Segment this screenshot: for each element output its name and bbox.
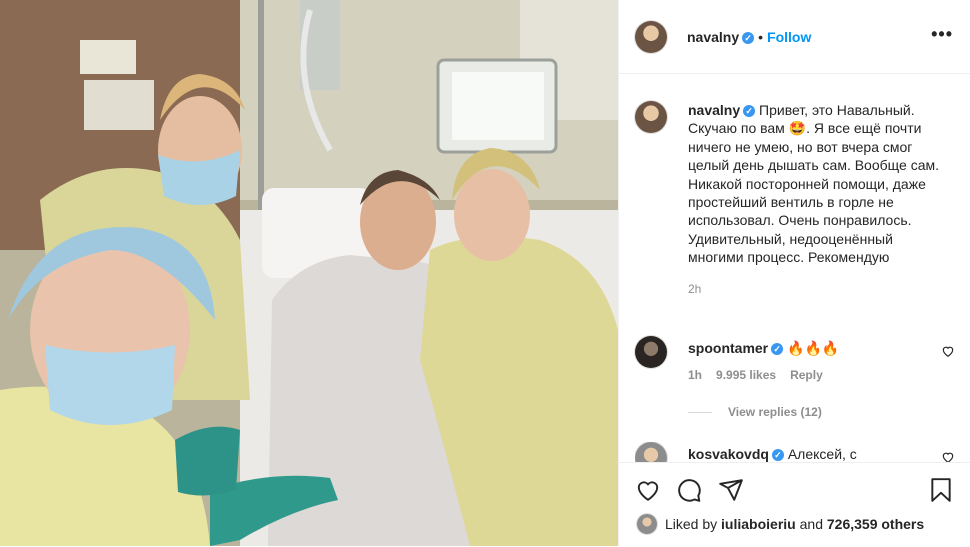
comment-username[interactable]: spoontamer — [688, 340, 768, 356]
caption-username[interactable]: navalny — [688, 102, 740, 118]
comment-avatar[interactable] — [635, 442, 667, 464]
comment-time[interactable]: 1h — [688, 368, 702, 382]
more-options-icon[interactable]: ••• — [931, 25, 953, 43]
comment-likes[interactable]: 9.995 likes — [716, 368, 776, 382]
likes-summary: Liked by iuliaboieriu and 726,359 others — [665, 516, 924, 532]
follow-button[interactable]: Follow — [767, 29, 811, 45]
liked-by-and: and — [799, 516, 823, 532]
verified-badge-icon: ✓ — [742, 32, 755, 44]
caption-time[interactable]: 2h — [688, 280, 950, 298]
comment-meta: 1h 9.995 likes Reply — [688, 368, 837, 382]
caption-body: Привет, это Навальный. Скучаю по вам 🤩. … — [688, 102, 939, 266]
verified-badge-icon: ✓ — [771, 343, 784, 355]
post-header: navalny ✓ • Follow ••• — [619, 0, 970, 74]
comment-like-heart-icon[interactable] — [941, 344, 955, 358]
comment-text-row: kosvakovdq ✓ Алексей, с — [688, 446, 857, 462]
liked-by-prefix: Liked by — [665, 516, 718, 532]
hospital-selfie-image — [0, 0, 618, 546]
header-user-row: navalny ✓ • Follow — [687, 29, 811, 47]
post-actions-bar: Liked by iuliaboieriu and 726,359 others — [619, 462, 970, 547]
post-photo[interactable] — [0, 0, 618, 546]
liked-by-user[interactable]: iuliaboieriu — [721, 516, 796, 532]
view-replies-button[interactable]: View replies (12) — [688, 405, 822, 419]
heart-icon[interactable] — [635, 477, 661, 503]
replies-divider-line — [688, 412, 712, 414]
avatar[interactable] — [635, 21, 667, 53]
comment-item: kosvakovdq ✓ Алексей, с — [635, 442, 955, 464]
share-icon[interactable] — [718, 477, 744, 503]
comment-item: spoontamer ✓ 🔥🔥🔥 1h 9.995 likes Reply — [635, 336, 955, 396]
post-side-panel: navalny ✓ • Follow ••• navalny ✓ Привет, это… — [618, 0, 970, 547]
view-replies-label: View replies (12) — [728, 405, 822, 419]
reply-button[interactable]: Reply — [790, 368, 823, 382]
comment-body: 🔥🔥🔥 — [787, 340, 840, 356]
comment-username[interactable]: kosvakovdq — [688, 446, 769, 462]
separator-dot: • — [758, 29, 764, 45]
comment-body: Алексей, с — [787, 446, 857, 462]
bookmark-icon[interactable] — [928, 477, 954, 503]
verified-badge-icon: ✓ — [743, 105, 756, 117]
header-username[interactable]: navalny — [687, 29, 739, 45]
liked-by-others[interactable]: 726,359 others — [827, 516, 924, 532]
liked-by-avatar[interactable] — [637, 514, 657, 534]
caption: navalny ✓ Привет, это Навальный. Скучаю п… — [688, 101, 950, 298]
comment-text-row: spoontamer ✓ 🔥🔥🔥 — [688, 340, 839, 357]
verified-badge-icon: ✓ — [771, 449, 784, 461]
caption-avatar[interactable] — [635, 101, 667, 133]
comment-icon[interactable] — [676, 477, 702, 503]
comment-avatar[interactable] — [635, 336, 667, 368]
